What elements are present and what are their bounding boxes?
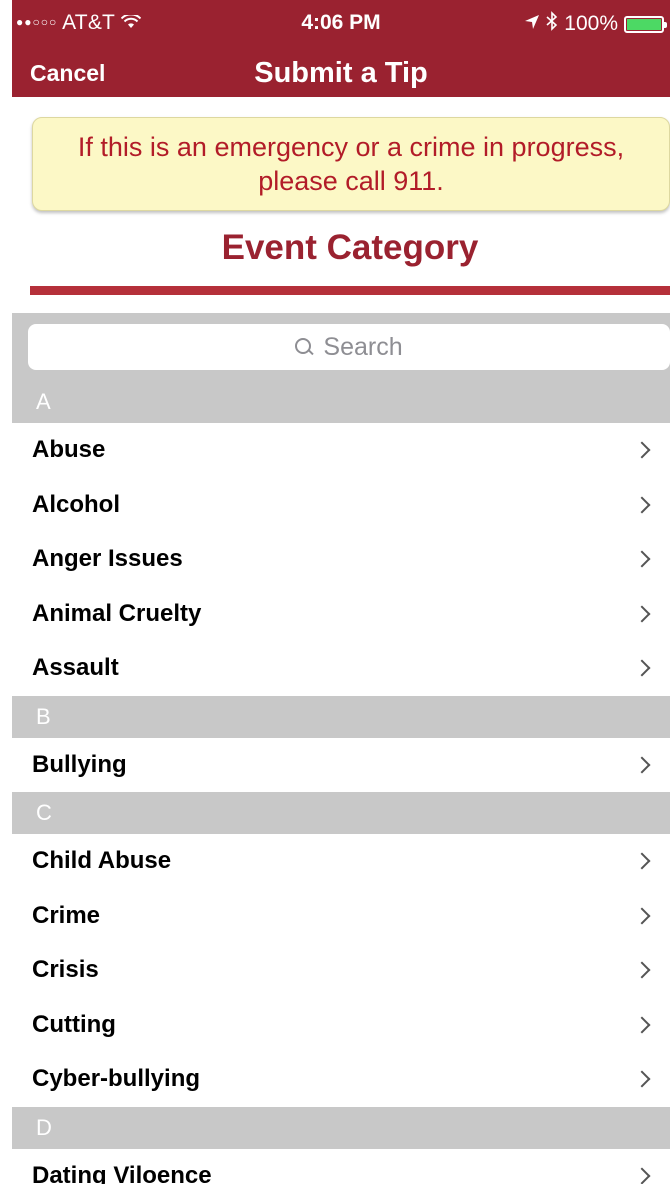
nav-bar: Cancel Submit a Tip (12, 48, 670, 97)
emergency-notice: If this is an emergency or a crime in pr… (32, 117, 670, 211)
list-item[interactable]: Crime (12, 888, 670, 943)
list-item[interactable]: Assault (12, 641, 670, 696)
search-placeholder: Search (323, 332, 403, 361)
list-item[interactable]: Child Abuse (12, 834, 670, 889)
chevron-right-icon (633, 441, 651, 459)
emergency-notice-line1: If this is an emergency or a crime in pr… (77, 132, 625, 162)
category-list: A Abuse Alcohol Anger Issues Animal Cruelty A… (12, 381, 670, 1184)
cancel-button[interactable]: Cancel (30, 60, 105, 87)
search-input[interactable]: Search (28, 324, 670, 370)
list-item[interactable]: Anger Issues (12, 532, 670, 587)
list-item[interactable]: Cutting (12, 997, 670, 1052)
list-item-label: Animal Cruelty (32, 599, 202, 627)
list-item-label: Cutting (32, 1010, 116, 1038)
header: ●●○○○ AT&T 4:06 PM 100% Cancel Submit a … (12, 0, 670, 97)
list-item[interactable]: Dating Viloence (12, 1148, 670, 1184)
list-item-label: Anger Issues (32, 545, 183, 573)
chevron-right-icon (633, 1167, 651, 1184)
chevron-right-icon (633, 756, 651, 774)
emergency-notice-line2: please call 911. (258, 166, 444, 196)
chevron-right-icon (633, 496, 651, 514)
section-header-c: C (12, 792, 670, 834)
list-item[interactable]: Cyber-bullying (12, 1052, 670, 1107)
battery-icon (624, 15, 667, 33)
section-title: Event Category (221, 228, 479, 267)
list-item-label: Cyber-bullying (32, 1065, 201, 1093)
chevron-right-icon (633, 907, 651, 925)
section-header-d: D (12, 1106, 670, 1149)
chevron-right-icon (633, 1016, 651, 1034)
bluetooth-icon (546, 11, 558, 37)
chevron-right-icon (633, 852, 651, 870)
status-bar: ●●○○○ AT&T 4:06 PM 100% (12, 0, 670, 48)
search-bar: Search (12, 313, 670, 381)
list-item-label: Bullying (32, 750, 127, 778)
chevron-right-icon (633, 1070, 651, 1088)
list-item-label: Assault (32, 654, 119, 682)
list-item[interactable]: Crisis (12, 943, 670, 998)
list-item-label: Alcohol (32, 490, 120, 518)
battery-label: 100% (564, 12, 618, 35)
chevron-right-icon (633, 550, 651, 568)
list-item[interactable]: Alcohol (12, 477, 670, 532)
list-item[interactable]: Bullying (12, 737, 670, 792)
page-title: Submit a Tip (254, 57, 428, 89)
list-item[interactable]: Abuse (12, 423, 670, 478)
divider (30, 286, 670, 295)
list-item-label: Child Abuse (32, 847, 172, 875)
section-header-a: A (12, 381, 670, 423)
chevron-right-icon (633, 605, 651, 623)
status-right: 100% (524, 11, 667, 37)
list-item-label: Crisis (32, 956, 99, 984)
chevron-right-icon (633, 961, 651, 979)
list-item-label: Crime (32, 901, 101, 929)
list-item-label: Abuse (32, 436, 106, 464)
section-header-b: B (12, 695, 670, 738)
chevron-right-icon (633, 659, 651, 677)
search-icon (295, 338, 313, 356)
list-item[interactable]: Animal Cruelty (12, 586, 670, 641)
location-arrow-icon (524, 12, 540, 36)
list-item-label: Dating Viloence (32, 1161, 212, 1184)
